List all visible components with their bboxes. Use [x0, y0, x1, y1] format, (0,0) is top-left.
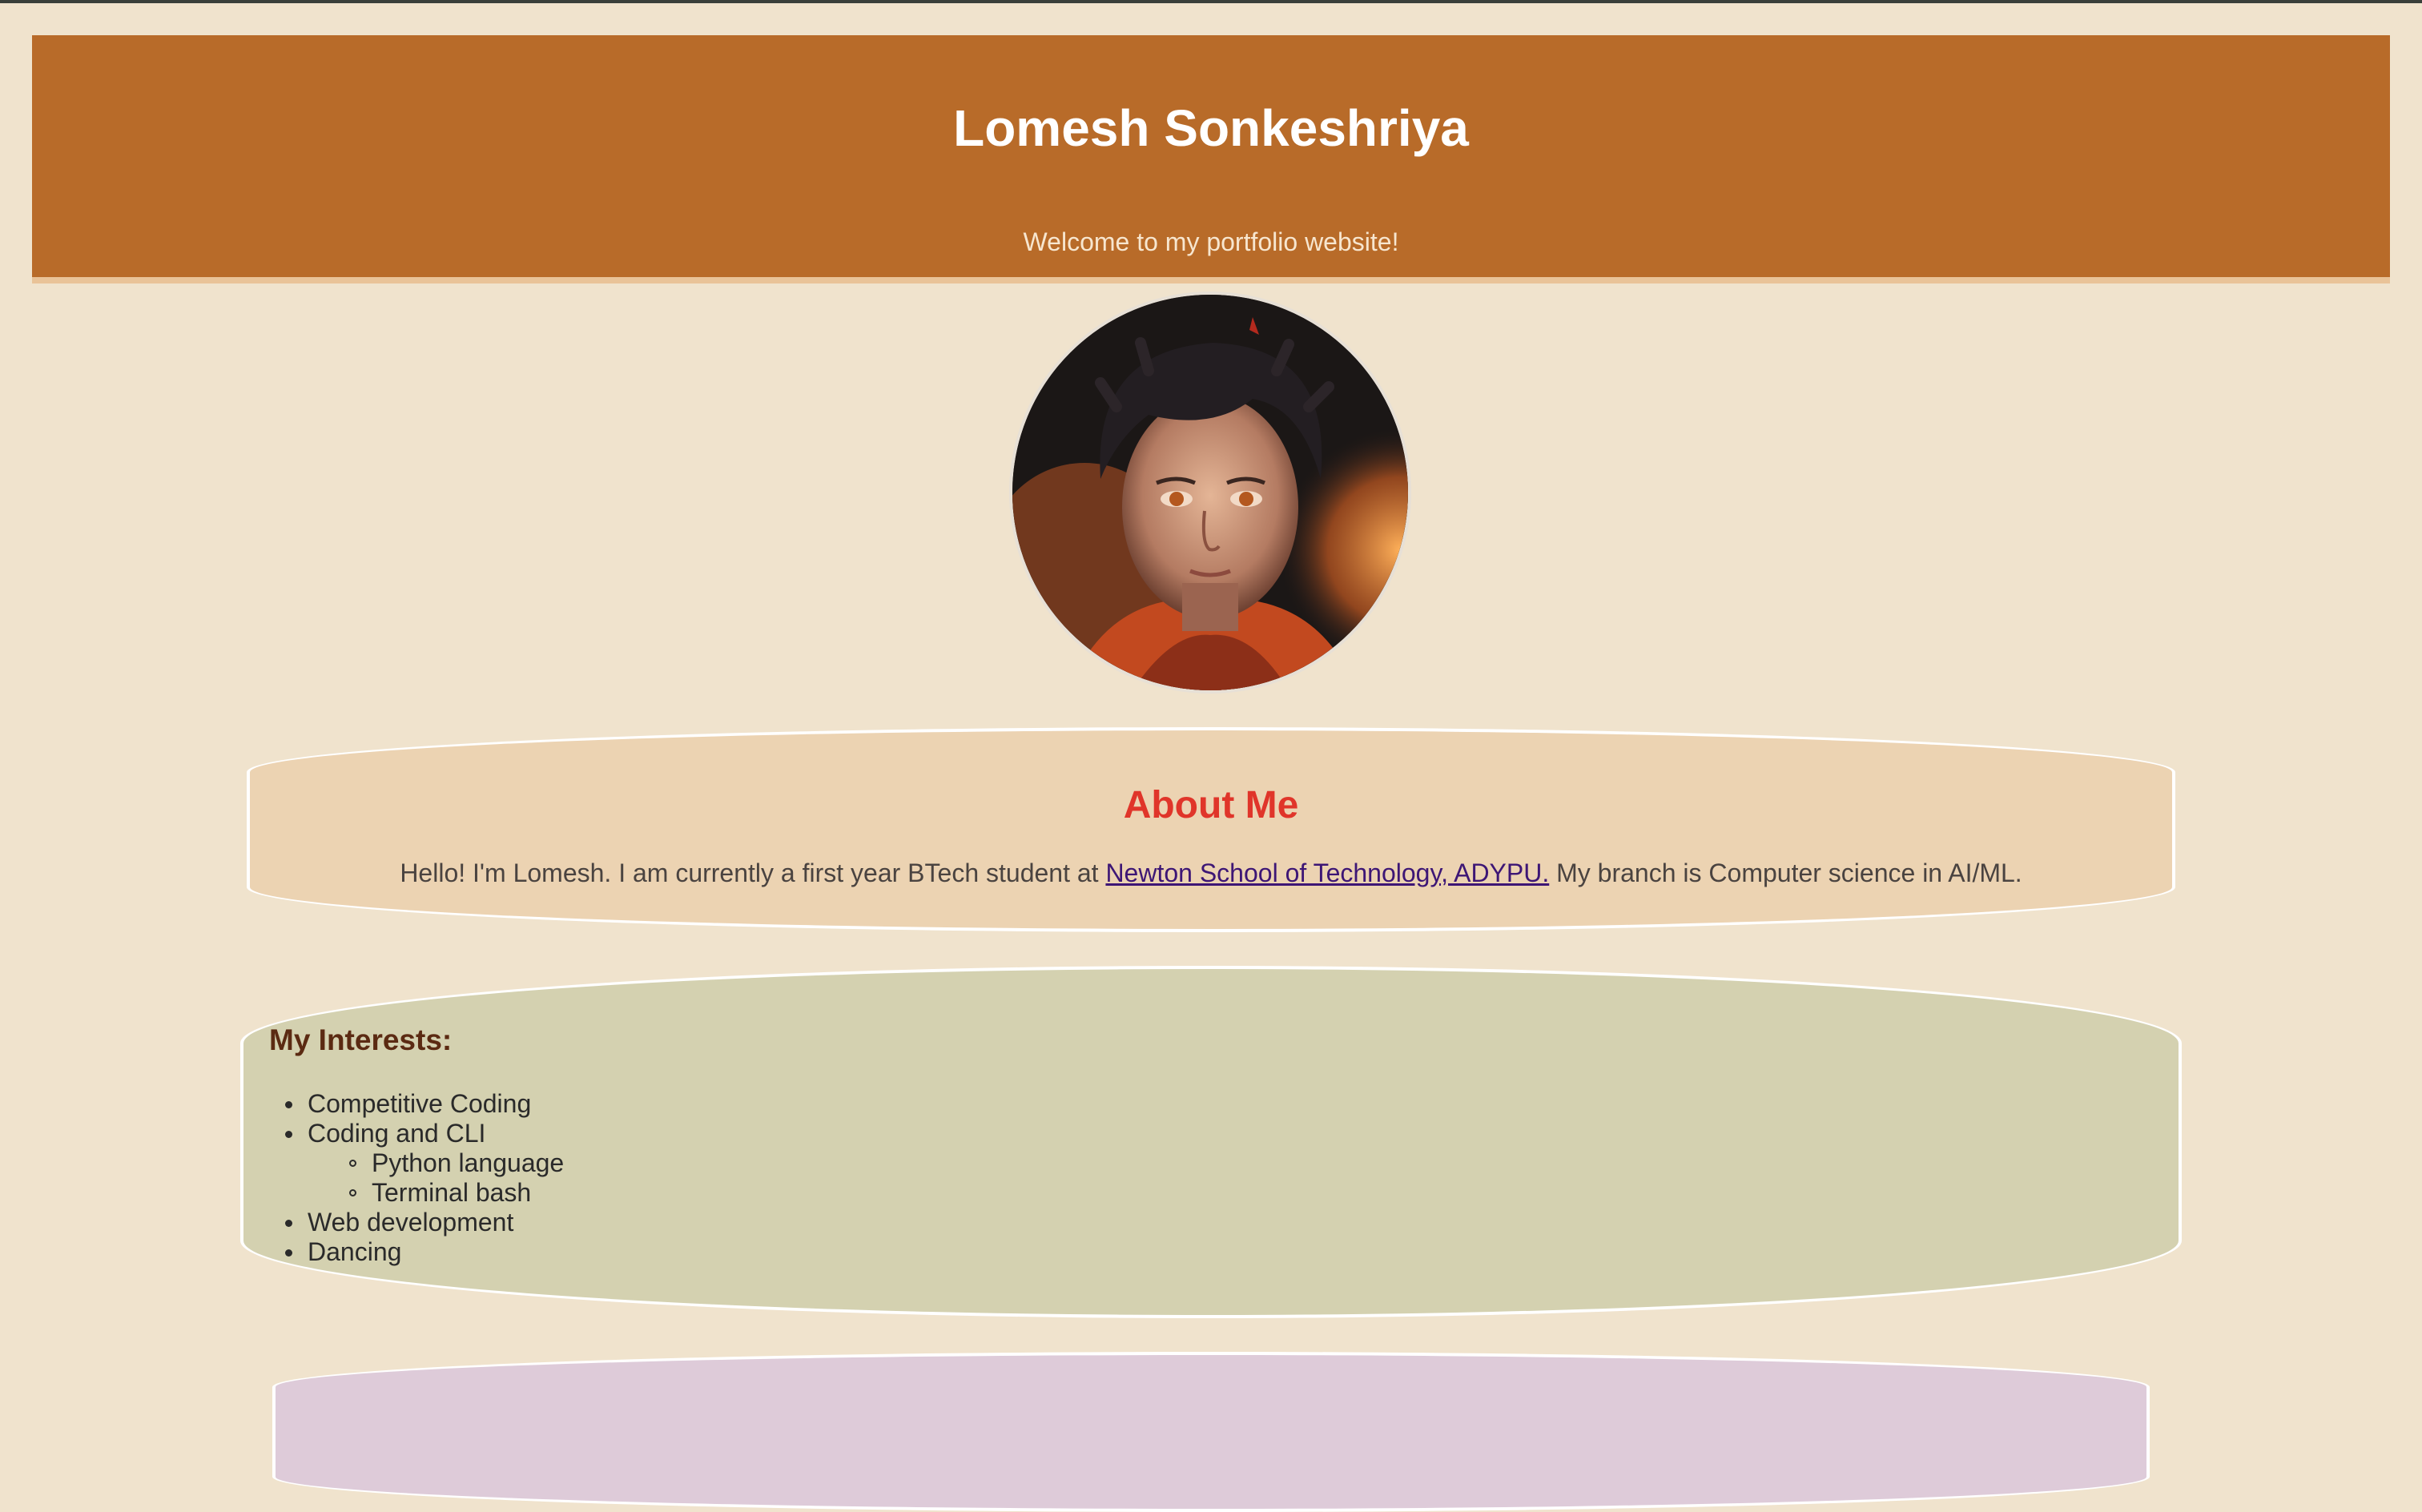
about-text-branch: My branch is Computer science in AI/ML. — [1549, 859, 2022, 887]
page-title: Lomesh Sonkeshriya — [953, 99, 1469, 157]
list-item: Web development — [284, 1208, 564, 1237]
about-text-intro: Hello! I'm Lomesh. I am currently a firs… — [400, 859, 1106, 887]
interests-list: Competitive Coding Coding and CLI Python… — [284, 1089, 565, 1267]
avatar-illustration — [1012, 295, 1408, 690]
list-item: Coding and CLI — [284, 1119, 564, 1148]
page-subtitle: Welcome to my portfolio website! — [1023, 227, 1399, 256]
school-link[interactable]: Newton School of Technology, ADYPU. — [1105, 859, 1549, 887]
site-header: Lomesh Sonkeshriya Welcome to my portfol… — [32, 35, 2390, 284]
list-item: Dancing — [284, 1237, 564, 1267]
window-top-border — [0, 0, 2422, 3]
next-section — [272, 1352, 2150, 1512]
avatar — [1009, 292, 1411, 694]
sub-list-item: Python language — [348, 1148, 565, 1177]
about-text: Hello! I'm Lomesh. I am currently a firs… — [250, 859, 2172, 888]
sub-list-item: Terminal bash — [348, 1178, 564, 1208]
about-heading: About Me — [1123, 784, 1299, 826]
interests-section: My Interests: Competitive Coding Coding … — [240, 966, 2182, 1318]
list-item: Competitive Coding — [284, 1089, 564, 1119]
interests-heading: My Interests: — [269, 1023, 453, 1056]
about-section: About Me Hello! I'm Lomesh. I am current… — [247, 727, 2175, 932]
